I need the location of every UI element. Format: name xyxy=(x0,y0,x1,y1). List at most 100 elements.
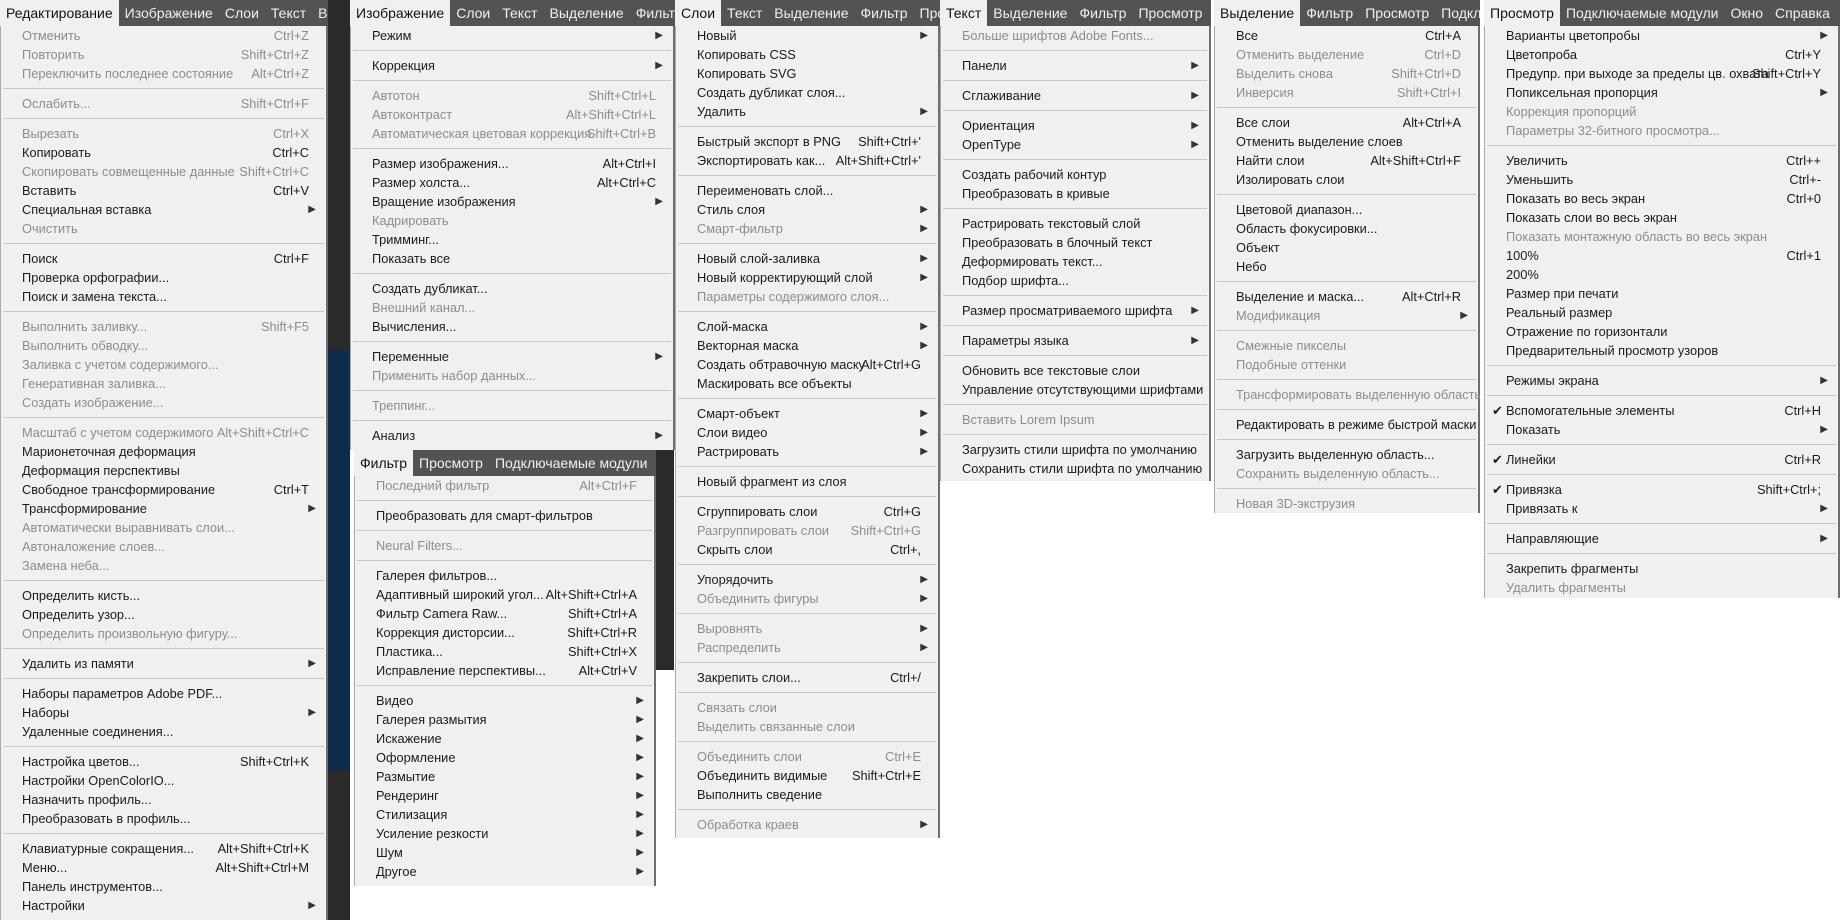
menu-item[interactable]: 100% Ctrl+1 xyxy=(1485,246,1838,265)
menu-item[interactable]: Галерея фильтров... xyxy=(355,566,654,585)
menu-item[interactable]: Векторная маска ▶ xyxy=(676,336,938,355)
menu-item[interactable]: Небо xyxy=(1215,257,1478,276)
menu-item[interactable]: Переменные ▶ xyxy=(351,347,673,366)
menu-item[interactable]: Другое ▶ xyxy=(355,862,654,881)
menu-item[interactable]: Цветовой диапазон... xyxy=(1215,200,1478,219)
menu-item[interactable]: Создать дубликат слоя... xyxy=(676,83,938,102)
menubar-item-слои[interactable]: Слои xyxy=(219,0,265,26)
menubar-item-подк[interactable]: Подк xyxy=(1208,0,1211,26)
menu-item[interactable]: Удаленные соединения... xyxy=(1,722,326,741)
menu-item[interactable]: Растрировать текстовый слой xyxy=(941,214,1209,233)
menu-item[interactable]: Назначить профиль... xyxy=(1,790,326,809)
menu-item[interactable]: Видео ▶ xyxy=(355,691,654,710)
menu-item[interactable]: Параметры языка ▶ xyxy=(941,331,1209,350)
menubar-item-текст[interactable]: Текст xyxy=(721,0,768,26)
menu-item[interactable]: 200% xyxy=(1485,265,1838,284)
menu-item[interactable]: Быстрый экспорт в PNG Shift+Ctrl+' xyxy=(676,132,938,151)
menu-item[interactable]: Редактировать в режиме быстрой маски xyxy=(1215,415,1478,434)
menu-item[interactable]: Растрировать ▶ xyxy=(676,442,938,461)
menu-item[interactable]: Настройки ▶ xyxy=(1,896,326,915)
menu-item[interactable]: Отражение по горизонтали xyxy=(1485,322,1838,341)
menu-item[interactable]: Трансформирование ▶ xyxy=(1,499,326,518)
menubar-item-окно[interactable]: Окно xyxy=(654,450,656,476)
menu-item[interactable]: Предупр. при выходе за пределы цв. охват… xyxy=(1485,64,1838,83)
menu-item[interactable]: Копировать Ctrl+C xyxy=(1,143,326,162)
menu-item[interactable]: Скрыть слои Ctrl+, xyxy=(676,540,938,559)
menu-item[interactable]: Все Ctrl+A xyxy=(1215,26,1478,45)
menubar-item-фильтр[interactable]: Фильтр xyxy=(854,0,913,26)
menu-item[interactable]: Размытие ▶ xyxy=(355,767,654,786)
menu-item[interactable]: Все слои Alt+Ctrl+A xyxy=(1215,113,1478,132)
menu-item[interactable]: Коррекция дисторсии... Shift+Ctrl+R xyxy=(355,623,654,642)
menu-item[interactable]: Шум ▶ xyxy=(355,843,654,862)
menu-item[interactable]: Стилизация ▶ xyxy=(355,805,654,824)
menu-item[interactable]: Новый ▶ xyxy=(676,26,938,45)
menu-item[interactable]: ✔ Линейки Ctrl+R xyxy=(1485,450,1838,469)
menu-item[interactable]: Определить кисть... xyxy=(1,586,326,605)
menu-item[interactable]: Слои видео ▶ xyxy=(676,423,938,442)
menu-item[interactable]: Создать обтравочную маску Alt+Ctrl+G xyxy=(676,355,938,374)
menu-item[interactable]: Показать все xyxy=(351,249,673,268)
menu-item[interactable]: Показать слои во весь экран xyxy=(1485,208,1838,227)
menu-item[interactable]: Уменьшить Ctrl+- xyxy=(1485,170,1838,189)
menubar-item-выделение[interactable]: Выделение xyxy=(768,0,854,26)
menu-item[interactable]: Копировать SVG xyxy=(676,64,938,83)
menu-item[interactable]: Галерея размытия ▶ xyxy=(355,710,654,729)
menubar-item-просмотр[interactable]: Просмотр xyxy=(413,450,489,476)
menu-item[interactable]: Наборы ▶ xyxy=(1,703,326,722)
menu-item[interactable]: Объединить видимые Shift+Ctrl+E xyxy=(676,766,938,785)
menubar-item-слои[interactable]: Слои xyxy=(450,0,496,26)
menu-item[interactable]: Создать рабочий контур xyxy=(941,165,1209,184)
menu-item[interactable]: Ориентация ▶ xyxy=(941,116,1209,135)
menu-item[interactable]: Управление отсутствующими шрифтами xyxy=(941,380,1209,399)
menu-item[interactable]: Переименовать слой... xyxy=(676,181,938,200)
menu-item[interactable]: Свободное трансформирование Ctrl+T xyxy=(1,480,326,499)
menu-item[interactable]: Вставить Ctrl+V xyxy=(1,181,326,200)
menu-item[interactable]: Меню... Alt+Shift+Ctrl+M xyxy=(1,858,326,877)
menu-item[interactable]: Наборы параметров Adobe PDF... xyxy=(1,684,326,703)
menu-item[interactable]: Специальная вставка ▶ xyxy=(1,200,326,219)
menubar-item-выделение[interactable]: Выделение xyxy=(544,0,630,26)
menu-item[interactable]: Настройки OpenColorIO... xyxy=(1,771,326,790)
menubar-item-выделение[interactable]: Выделение xyxy=(312,0,328,26)
menu-item[interactable]: Изолировать слои xyxy=(1215,170,1478,189)
menu-item[interactable]: Деформировать текст... xyxy=(941,252,1209,271)
menubar-item-фильтр[interactable]: Фильтр xyxy=(630,0,675,26)
menu-item[interactable]: ✔ Вспомогательные элементы Ctrl+H xyxy=(1485,401,1838,420)
menu-item[interactable]: Преобразовать в блочный текст xyxy=(941,233,1209,252)
menu-item[interactable]: Марионеточная деформация xyxy=(1,442,326,461)
menu-item[interactable]: Преобразовать для смарт-фильтров xyxy=(355,506,654,525)
menu-item[interactable]: Привязать к ▶ xyxy=(1485,499,1838,518)
menu-item[interactable]: Пластика... Shift+Ctrl+X xyxy=(355,642,654,661)
menu-item[interactable]: Закрепить слои... Ctrl+/ xyxy=(676,668,938,687)
menu-item[interactable]: Сгруппировать слои Ctrl+G xyxy=(676,502,938,521)
menubar-item-выделение[interactable]: Выделение xyxy=(987,0,1073,26)
menu-item[interactable]: Стиль слоя ▶ xyxy=(676,200,938,219)
menubar-item-подключаемые-модули[interactable]: Подключаемые модули xyxy=(1560,0,1725,26)
menu-item[interactable]: Режим ▶ xyxy=(351,26,673,45)
menu-item[interactable]: Фильтр Camera Raw... Shift+Ctrl+A xyxy=(355,604,654,623)
menu-item[interactable]: Удалить ▶ xyxy=(676,102,938,121)
menu-item[interactable]: Экспортировать как... Alt+Shift+Ctrl+' xyxy=(676,151,938,170)
menu-item[interactable]: Попиксельная пропорция ▶ xyxy=(1485,83,1838,102)
menu-item[interactable]: Преобразовать в профиль... xyxy=(1,809,326,828)
menubar-item-окно[interactable]: Окно xyxy=(1724,0,1769,26)
menubar-item-текст[interactable]: Текст xyxy=(496,0,543,26)
menu-item[interactable]: Область фокусировки... xyxy=(1215,219,1478,238)
menu-item[interactable]: Адаптивный широкий угол... Alt+Shift+Ctrl… xyxy=(355,585,654,604)
menu-item[interactable]: Искажение ▶ xyxy=(355,729,654,748)
menubar-item-просмотр[interactable]: Просмотр xyxy=(1484,0,1560,26)
menubar-item-просмотр[interactable]: Просмотр xyxy=(1132,0,1208,26)
menu-item[interactable]: Настройка цветов... Shift+Ctrl+K xyxy=(1,752,326,771)
menu-item[interactable]: Анализ ▶ xyxy=(351,426,673,445)
menu-item[interactable]: Преобразовать в кривые xyxy=(941,184,1209,203)
menu-item[interactable]: ✔ Привязка Shift+Ctrl+; xyxy=(1485,480,1838,499)
menu-item[interactable]: Выделение и маска... Alt+Ctrl+R xyxy=(1215,287,1478,306)
menu-item[interactable]: Обновить все текстовые слои xyxy=(941,361,1209,380)
menubar-item-просмотр[interactable]: Просмотр xyxy=(1359,0,1435,26)
menu-item[interactable]: Слой-маска ▶ xyxy=(676,317,938,336)
menu-item[interactable]: Найти слои Alt+Shift+Ctrl+F xyxy=(1215,151,1478,170)
menu-item[interactable]: Поиск Ctrl+F xyxy=(1,249,326,268)
menu-item[interactable]: Вычисления... xyxy=(351,317,673,336)
menu-item[interactable]: Размер холста... Alt+Ctrl+C xyxy=(351,173,673,192)
